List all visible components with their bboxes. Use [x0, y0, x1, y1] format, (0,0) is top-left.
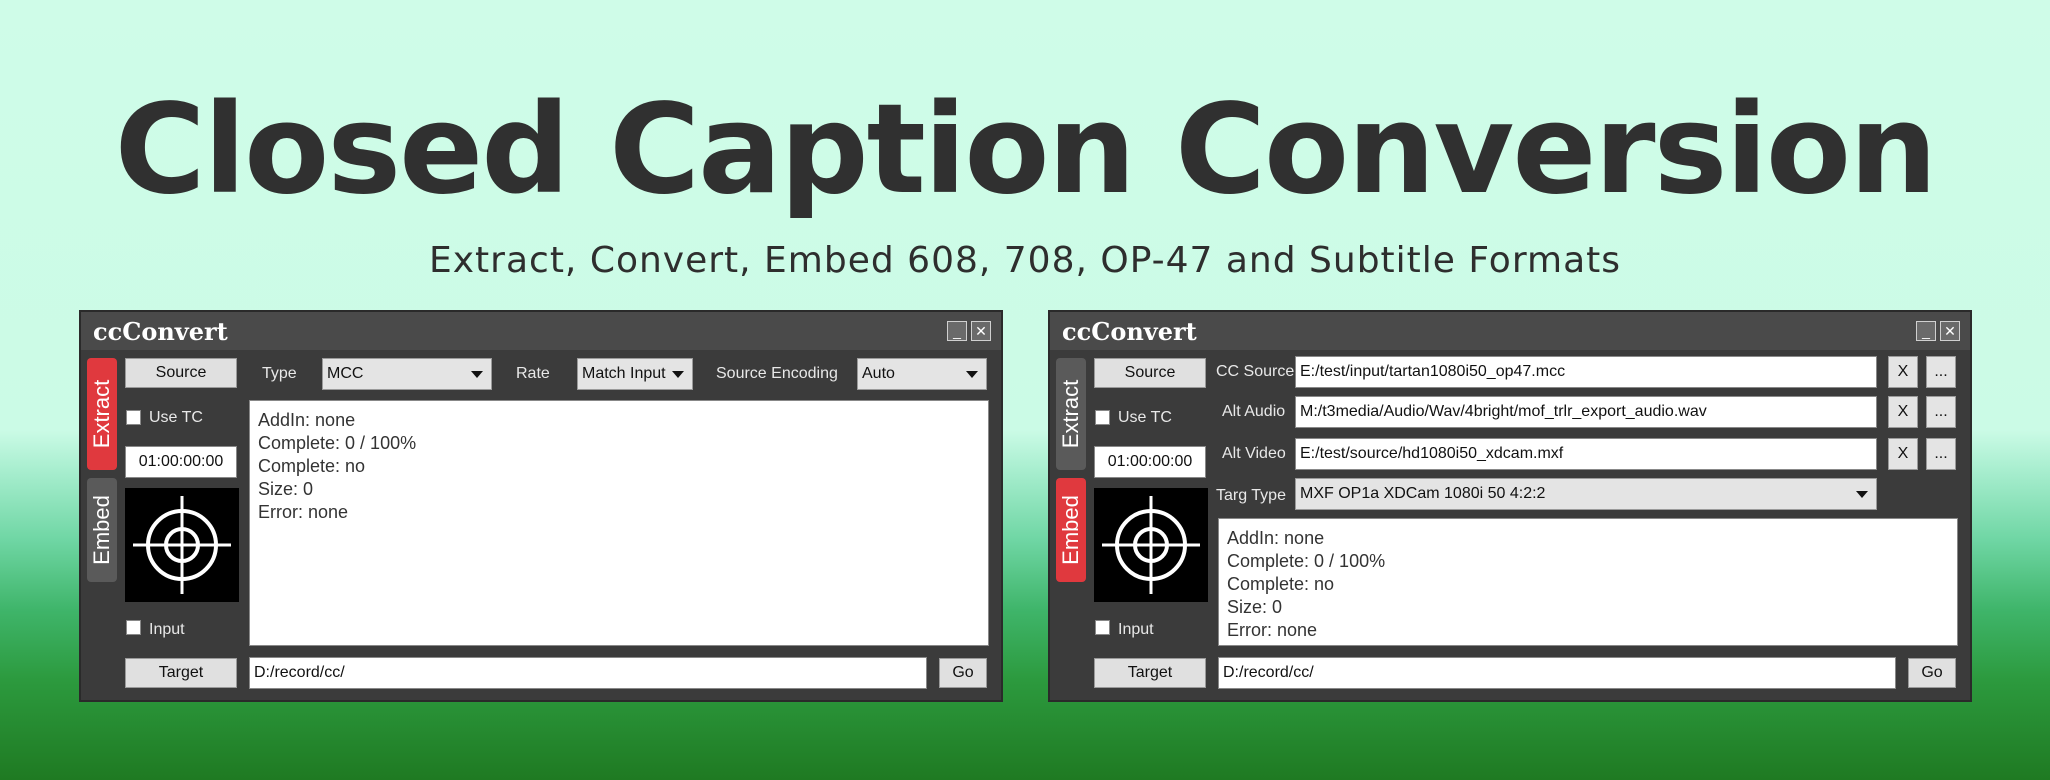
cc-source-label: CC Source [1216, 363, 1295, 380]
minimize-button[interactable]: _ [1916, 321, 1936, 341]
tab-extract[interactable]: Extract [1056, 358, 1086, 470]
type-label: Type [262, 365, 297, 382]
tab-extract-label: Extract [1058, 379, 1083, 449]
crosshair-target-icon [1094, 488, 1208, 602]
alt-audio-field[interactable]: M:/t3media/Audio/Wav/4bright/mof_trlr_ex… [1295, 396, 1877, 428]
status-log: AddIn: none Complete: 0 / 100% Complete:… [249, 400, 989, 646]
source-button[interactable]: Source [125, 358, 237, 388]
log-line: Complete: no [258, 456, 366, 476]
tab-embed[interactable]: Embed [87, 478, 117, 582]
rate-label: Rate [516, 365, 550, 382]
alt-audio-clear-button[interactable]: X [1888, 396, 1918, 428]
targ-type-label: Targ Type [1216, 487, 1286, 504]
input-checkbox[interactable] [1095, 620, 1110, 635]
input-label: Input [1118, 621, 1154, 638]
tab-embed[interactable]: Embed [1056, 478, 1086, 582]
tab-embed-label: Embed [89, 495, 114, 565]
source-button[interactable]: Source [1094, 358, 1206, 388]
close-button[interactable]: ✕ [971, 321, 991, 341]
log-line: Error: none [1227, 620, 1318, 640]
cc-source-clear-button[interactable]: X [1888, 356, 1918, 388]
targ-type-value: MXF OP1a XDCam 1080i 50 4:2:2 [1300, 485, 1546, 502]
source-encoding-value: Auto [862, 365, 895, 382]
target-button[interactable]: Target [1094, 658, 1206, 688]
chevron-down-icon [966, 371, 978, 378]
tab-extract-label: Extract [89, 379, 114, 449]
input-checkbox[interactable] [126, 620, 141, 635]
log-line: Size: 0 [258, 479, 314, 499]
target-path-field[interactable]: D:/record/cc/ [1218, 657, 1896, 689]
timecode-field[interactable]: 01:00:00:00 [125, 446, 237, 478]
log-line: Complete: 0 / 100% [258, 433, 417, 453]
chevron-down-icon [1856, 491, 1868, 498]
chevron-down-icon [471, 371, 483, 378]
hero-subtitle: Extract, Convert, Embed 608, 708, OP-47 … [429, 240, 1621, 281]
alt-audio-label: Alt Audio [1222, 403, 1286, 420]
timecode-field[interactable]: 01:00:00:00 [1094, 446, 1206, 478]
chevron-down-icon [672, 371, 684, 378]
log-line: Size: 0 [1227, 597, 1283, 617]
alt-video-clear-button[interactable]: X [1888, 438, 1918, 470]
window-titlebar: ccConvert _ ✕ [1050, 312, 1970, 350]
log-line: Complete: 0 / 100% [1227, 551, 1386, 571]
target-button[interactable]: Target [125, 658, 237, 688]
source-encoding-label: Source Encoding [716, 365, 838, 382]
type-select-value: MCC [327, 365, 364, 382]
type-select[interactable]: MCC [322, 358, 492, 390]
go-button[interactable]: Go [1908, 658, 1956, 688]
status-log: AddIn: none Complete: 0 / 100% Complete:… [1218, 518, 1958, 646]
use-tc-checkbox[interactable] [126, 410, 141, 425]
target-path-field[interactable]: D:/record/cc/ [249, 657, 927, 689]
minimize-button[interactable]: _ [947, 321, 967, 341]
log-line: Error: none [258, 502, 349, 522]
tab-embed-label: Embed [1058, 495, 1083, 565]
ccconvert-embed-window: ccConvert _ ✕ Extract Embed Source Use T… [1048, 310, 1972, 702]
log-line: AddIn: none [258, 410, 356, 430]
cc-source-field[interactable]: E:/test/input/tartan1080i50_op47.mcc [1295, 356, 1877, 388]
window-titlebar: ccConvert _ ✕ [81, 312, 1001, 350]
go-button[interactable]: Go [939, 658, 987, 688]
app-title: ccConvert [93, 317, 228, 346]
use-tc-label: Use TC [149, 409, 203, 426]
rate-select[interactable]: Match Input [577, 358, 693, 390]
alt-video-label: Alt Video [1222, 445, 1286, 462]
ccconvert-extract-window: ccConvert _ ✕ Extract Embed Source Use T… [79, 310, 1003, 702]
close-button[interactable]: ✕ [1940, 321, 1960, 341]
targ-type-select[interactable]: MXF OP1a XDCam 1080i 50 4:2:2 [1295, 478, 1877, 510]
source-encoding-select[interactable]: Auto [857, 358, 987, 390]
use-tc-label: Use TC [1118, 409, 1172, 426]
log-line: Complete: no [1227, 574, 1335, 594]
alt-video-field[interactable]: E:/test/source/hd1080i50_xdcam.mxf [1295, 438, 1877, 470]
input-label: Input [149, 621, 185, 638]
crosshair-target-icon [125, 488, 239, 602]
log-line: AddIn: none [1227, 528, 1325, 548]
use-tc-checkbox[interactable] [1095, 410, 1110, 425]
rate-select-value: Match Input [582, 365, 666, 382]
cc-source-browse-button[interactable]: ... [1926, 356, 1956, 388]
hero-title: Closed Caption Conversion [114, 78, 1938, 222]
tab-extract[interactable]: Extract [87, 358, 117, 470]
alt-audio-browse-button[interactable]: ... [1926, 396, 1956, 428]
app-title: ccConvert [1062, 317, 1197, 346]
alt-video-browse-button[interactable]: ... [1926, 438, 1956, 470]
